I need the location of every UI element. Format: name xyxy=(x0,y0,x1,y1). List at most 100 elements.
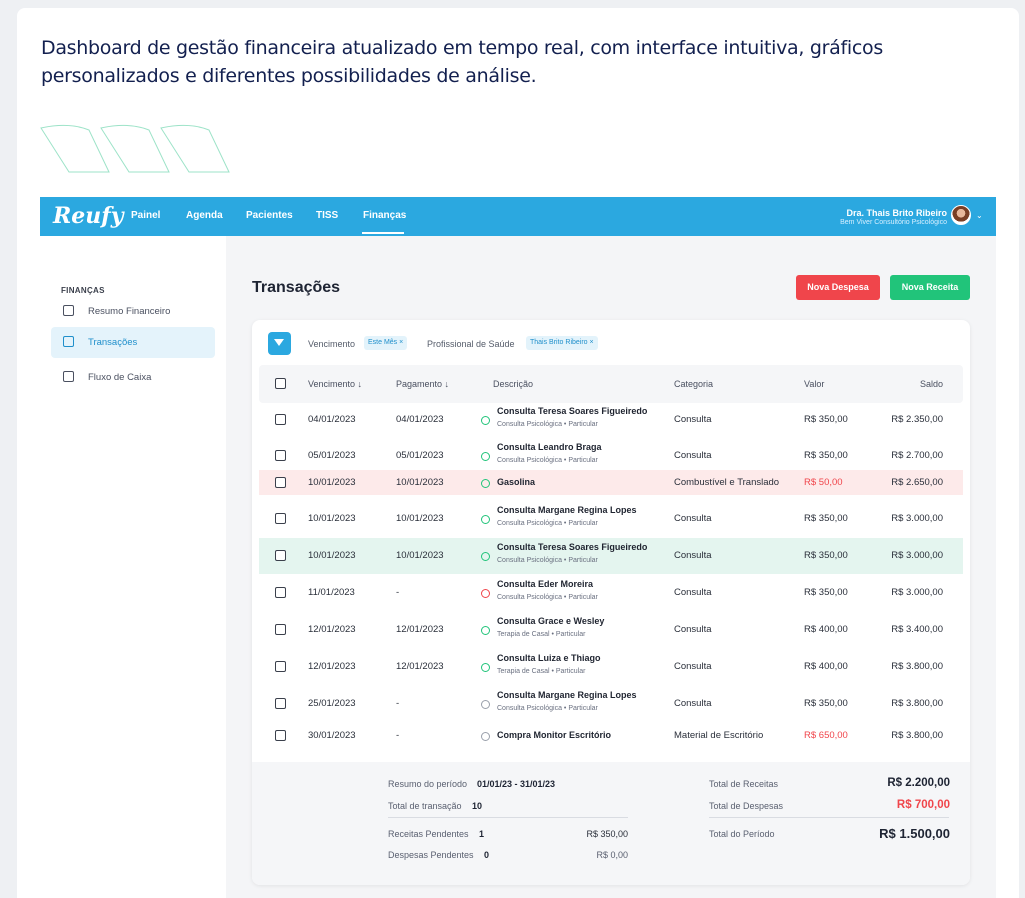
filter-chip-profissional[interactable]: Thais Brito Ribeiro × xyxy=(526,336,598,350)
total-income-label: Total de Receitas xyxy=(709,779,779,789)
table-row[interactable]: 05/01/2023 05/01/2023 Consulta Leandro Bra… xyxy=(259,438,963,474)
pending-expense-count: 0 xyxy=(484,850,490,860)
filter-icon[interactable] xyxy=(268,332,291,355)
check-circle-icon xyxy=(481,552,490,561)
nav-tiss[interactable]: TISS xyxy=(316,210,338,221)
cell-description-title[interactable]: Consulta Teresa Soares Figueiredo xyxy=(497,406,647,416)
nav-pacientes[interactable]: Pacientes xyxy=(246,210,293,221)
cell-category: Consulta xyxy=(674,414,712,425)
cell-description-subtitle: Consulta Psicológica • Particular xyxy=(497,594,598,601)
col-vencimento[interactable]: Vencimento ↓ xyxy=(308,379,362,389)
cell-value: R$ 400,00 xyxy=(804,624,848,635)
table-row[interactable]: 11/01/2023 - Consulta Eder Moreira Consulta… xyxy=(259,575,963,611)
cell-description-title[interactable]: Consulta Eder Moreira xyxy=(497,579,593,589)
cell-description-title[interactable]: Consulta Margane Regina Lopes xyxy=(497,690,637,700)
filter-label-vencimento: Vencimento xyxy=(308,339,356,349)
app-logo[interactable]: Reufy xyxy=(53,203,124,229)
table-row[interactable]: 25/01/2023 - Consulta Margane Regina Lopes… xyxy=(259,686,963,722)
row-checkbox[interactable] xyxy=(275,661,286,672)
row-checkbox[interactable] xyxy=(275,513,286,524)
content-card: Dashboard de gestão financeira atualizad… xyxy=(17,8,1019,898)
cell-vencimento: 04/01/2023 xyxy=(308,414,356,425)
cell-balance: R$ 3.000,00 xyxy=(891,587,943,598)
avatar[interactable] xyxy=(951,205,971,225)
cell-pagamento: - xyxy=(396,698,400,709)
top-navbar: Reufy Painel Agenda Pacientes TISS Finan… xyxy=(40,197,996,236)
filter-chip-vencimento[interactable]: Este Mês × xyxy=(364,336,408,350)
table-row[interactable]: 12/01/2023 12/01/2023 Consulta Grace e Wes… xyxy=(259,612,963,648)
cell-category: Material de Escritório xyxy=(674,730,764,741)
cell-description-title[interactable]: Compra Monitor Escritório xyxy=(497,730,611,740)
cashflow-icon xyxy=(63,371,74,382)
row-checkbox[interactable] xyxy=(275,730,286,741)
cell-vencimento: 10/01/2023 xyxy=(308,550,356,561)
active-nav-indicator xyxy=(362,232,404,234)
chevron-down-icon[interactable]: ⌄ xyxy=(976,211,983,220)
row-checkbox[interactable] xyxy=(275,624,286,635)
cell-description-subtitle: Consulta Psicológica • Particular xyxy=(497,520,598,527)
total-expense-value: R$ 700,00 xyxy=(896,799,950,811)
row-checkbox[interactable] xyxy=(275,587,286,598)
cell-description-title[interactable]: Consulta Teresa Soares Figueiredo xyxy=(497,542,647,552)
cell-pagamento: 10/01/2023 xyxy=(396,513,444,524)
total-income-value: R$ 2.200,00 xyxy=(887,777,950,789)
cell-pagamento: - xyxy=(396,587,400,598)
summary-period-label: Resumo do período xyxy=(388,779,468,789)
cell-vencimento: 05/01/2023 xyxy=(308,450,356,461)
sidebar-item-transacoes[interactable]: Transações xyxy=(51,327,215,358)
cell-vencimento: 10/01/2023 xyxy=(308,513,356,524)
nav-agenda[interactable]: Agenda xyxy=(186,210,223,221)
sidebar-item-label: Resumo Financeiro xyxy=(88,306,171,317)
table-row[interactable]: 10/01/2023 10/01/2023 Consulta Teresa Soar… xyxy=(259,538,963,574)
cell-value: R$ 400,00 xyxy=(804,661,848,672)
cell-category: Consulta xyxy=(674,513,712,524)
total-expense-label: Total de Despesas xyxy=(709,801,784,811)
cell-description-title[interactable]: Consulta Leandro Braga xyxy=(497,442,602,452)
table-row[interactable]: 30/01/2023 - Compra Monitor Escritório Mate… xyxy=(259,723,963,748)
table-row[interactable]: 12/01/2023 12/01/2023 Consulta Luiza e Thi… xyxy=(259,649,963,685)
cell-value: R$ 350,00 xyxy=(804,450,848,461)
table-row[interactable]: 04/01/2023 04/01/2023 Consulta Teresa Soar… xyxy=(259,402,963,438)
sidebar-item-fluxo[interactable]: Fluxo de Caixa xyxy=(51,362,215,393)
table-row[interactable]: 10/01/2023 10/01/2023 Consulta Margane Reg… xyxy=(259,501,963,537)
summary-count-value: 10 xyxy=(472,801,483,811)
cell-description-title[interactable]: Consulta Margane Regina Lopes xyxy=(497,505,637,515)
cell-description-title[interactable]: Gasolina xyxy=(497,477,535,487)
page-title: Transações xyxy=(252,279,341,296)
table-row[interactable]: 10/01/2023 10/01/2023 Gasolina Combustível … xyxy=(259,470,963,495)
user-org: Bem Viver Consultório Psicológico xyxy=(840,219,947,226)
cell-description-title[interactable]: Consulta Grace e Wesley xyxy=(497,616,604,626)
cell-description-subtitle: Terapia de Casal • Particular xyxy=(497,668,586,675)
row-checkbox[interactable] xyxy=(275,450,286,461)
cell-description-subtitle: Consulta Psicológica • Particular xyxy=(497,557,598,564)
period-total-value: R$ 1.500,00 xyxy=(879,826,950,841)
pending-income-count: 1 xyxy=(479,829,485,839)
divider xyxy=(388,817,628,818)
user-name[interactable]: Dra. Thais Brito Ribeiro xyxy=(846,208,947,218)
cell-category: Consulta xyxy=(674,550,712,561)
chart-icon xyxy=(63,305,74,316)
sidebar-title: FINANÇAS xyxy=(61,286,105,295)
col-descricao: Descrição xyxy=(493,379,534,389)
new-expense-button[interactable]: Nova Despesa xyxy=(796,275,880,300)
error-circle-icon xyxy=(481,589,490,598)
intro-text: Dashboard de gestão financeira atualizad… xyxy=(41,37,883,87)
nav-financas[interactable]: Finanças xyxy=(363,210,406,221)
row-checkbox[interactable] xyxy=(275,477,286,488)
col-saldo: Saldo xyxy=(919,379,943,389)
transfer-icon xyxy=(63,336,74,347)
row-checkbox[interactable] xyxy=(275,414,286,425)
nav-painel[interactable]: Painel xyxy=(131,210,160,221)
cell-description-subtitle: Consulta Psicológica • Particular xyxy=(497,421,598,428)
row-checkbox[interactable] xyxy=(275,698,286,709)
cell-pagamento: 12/01/2023 xyxy=(396,661,444,672)
col-pagamento[interactable]: Pagamento ↓ xyxy=(396,379,449,389)
sidebar-item-resumo[interactable]: Resumo Financeiro xyxy=(51,296,215,327)
cell-balance: R$ 2.650,00 xyxy=(891,477,943,488)
cell-description-title[interactable]: Consulta Luiza e Thiago xyxy=(497,653,601,663)
select-all-checkbox[interactable] xyxy=(275,378,286,389)
clock-icon xyxy=(481,700,490,709)
col-valor: Valor xyxy=(804,379,825,389)
row-checkbox[interactable] xyxy=(275,550,286,561)
new-income-button[interactable]: Nova Receita xyxy=(890,275,970,300)
